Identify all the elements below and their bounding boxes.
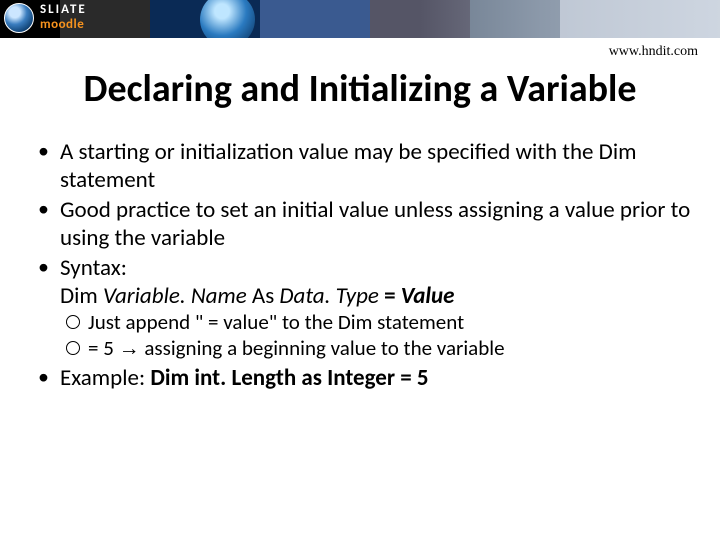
arrow-icon: → [119,337,140,360]
globe-icon [200,0,255,38]
sub-bullet-1-text: Just append " = value" to the Dim statem… [88,309,464,335]
bullet-2-text: Good practice to set an initial value un… [60,196,690,252]
logo-line2: moodle [40,17,87,32]
sub-bullet-2-pre: = 5 [88,335,119,361]
banner: SLIATE moodle [0,0,720,38]
slide: SLIATE moodle www.hndit.com Declaring an… [0,0,720,540]
sub-bullet-2: = 5 → assigning a beginning value to the… [64,336,692,362]
sub-bullet-1: Just append " = value" to the Dim statem… [64,310,692,336]
syntax-value: Value [401,282,455,310]
page-title: Declaring and Initializing a Variable [0,66,720,112]
syntax-eq: = [384,282,401,310]
bullet-1-text: A starting or initialization value may b… [60,138,636,194]
logo-text: SLIATE moodle [40,2,87,32]
bullet-3: Syntax: Dim Variable. Name As Data. Type… [28,254,692,361]
bullet-4-code: Dim int. Length as Integer = 5 [150,364,428,392]
logo-line1: SLIATE [40,2,87,17]
sub-bullet-2-post: assigning a beginning value to the varia… [140,335,505,361]
bullet-4: Example: Dim int. Length as Integer = 5 [28,364,692,392]
logo-orb [4,3,34,33]
bullet-3-label: Syntax: [60,254,127,282]
banner-people-overlay [420,0,720,38]
syntax-datatype: Data. Type [279,282,384,310]
content: A starting or initialization value may b… [0,112,720,392]
bullet-2: Good practice to set an initial value un… [28,196,692,252]
url-label: www.hndit.com [0,38,720,60]
syntax-dim: Dim [60,282,103,310]
bullet-4-label: Example: [60,364,150,392]
syntax-varname: Variable. Name [103,282,252,310]
sub-list: Just append " = value" to the Dim statem… [60,310,692,361]
syntax-line: Dim Variable. Name As Data. Type = Value [60,282,454,310]
bullet-1: A starting or initialization value may b… [28,138,692,194]
syntax-as: As [252,282,280,310]
